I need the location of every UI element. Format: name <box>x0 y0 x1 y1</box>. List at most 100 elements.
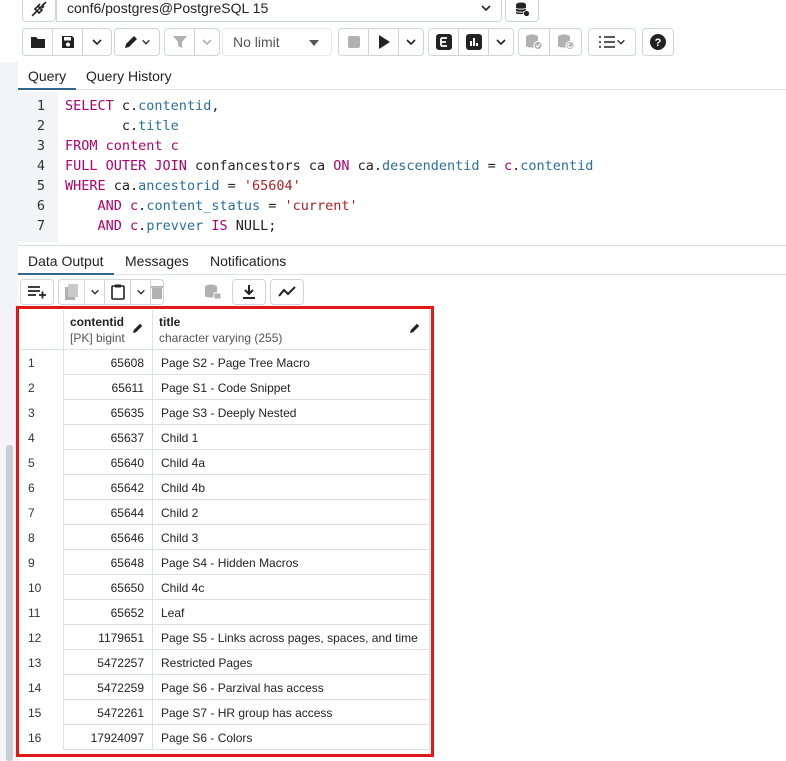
cell-contentid[interactable]: 65608 <box>64 350 153 375</box>
table-row[interactable]: 10 65650 Child 4c <box>20 575 430 600</box>
graph-visualiser-button[interactable] <box>271 280 303 304</box>
vertical-scrollbar[interactable] <box>6 445 13 761</box>
cell-title[interactable]: Child 2 <box>153 500 430 525</box>
table-row[interactable]: 8 65646 Child 3 <box>20 525 430 550</box>
copy-button[interactable] <box>59 280 85 304</box>
table-row[interactable]: 14 5472259 Page S6 - Parzival has access <box>20 675 430 700</box>
copy-options-dropdown[interactable] <box>85 280 105 304</box>
table-row[interactable]: 7 65644 Child 2 <box>20 500 430 525</box>
tab-query-history[interactable]: Query History <box>76 62 182 90</box>
paste-button[interactable] <box>105 280 131 304</box>
macros-dropdown-button[interactable] <box>589 29 635 55</box>
column-header-contentid[interactable]: contentid [PK] bigint <box>64 310 153 350</box>
cell-title[interactable]: Child 4c <box>153 575 430 600</box>
cell-title[interactable]: Child 4b <box>153 475 430 500</box>
connection-select[interactable]: conf6/postgres@PostgreSQL 15 <box>56 0 502 22</box>
row-number[interactable]: 14 <box>20 675 64 700</box>
cell-contentid[interactable]: 65648 <box>64 550 153 575</box>
cell-title[interactable]: Restricted Pages <box>153 650 430 675</box>
row-number[interactable]: 13 <box>20 650 64 675</box>
row-number[interactable]: 1 <box>20 350 64 375</box>
row-number[interactable]: 15 <box>20 700 64 725</box>
cell-contentid[interactable]: 65650 <box>64 575 153 600</box>
add-row-button[interactable] <box>21 280 53 304</box>
cell-title[interactable]: Page S6 - Colors <box>153 725 430 750</box>
explain-button[interactable] <box>429 29 459 55</box>
cell-title[interactable]: Page S6 - Parzival has access <box>153 675 430 700</box>
row-number[interactable]: 6 <box>20 475 64 500</box>
cell-contentid[interactable]: 65640 <box>64 450 153 475</box>
table-row[interactable]: 3 65635 Page S3 - Deeply Nested <box>20 400 430 425</box>
cell-title[interactable]: Child 3 <box>153 525 430 550</box>
row-number[interactable]: 5 <box>20 450 64 475</box>
tab-data-output[interactable]: Data Output <box>18 247 114 275</box>
table-row[interactable]: 4 65637 Child 1 <box>20 425 430 450</box>
table-row[interactable]: 11 65652 Leaf <box>20 600 430 625</box>
cell-title[interactable]: Page S7 - HR group has access <box>153 700 430 725</box>
explain-options-dropdown[interactable] <box>489 29 513 55</box>
save-data-button[interactable] <box>198 280 228 304</box>
table-row[interactable]: 15 5472261 Page S7 - HR group has access <box>20 700 430 725</box>
rollback-button[interactable] <box>550 29 581 55</box>
table-row[interactable]: 1 65608 Page S2 - Page Tree Macro <box>20 350 430 375</box>
cell-contentid[interactable]: 1179651 <box>64 625 153 650</box>
paste-options-dropdown[interactable] <box>131 280 151 304</box>
row-number[interactable]: 2 <box>20 375 64 400</box>
edit-dropdown-button[interactable] <box>115 29 159 55</box>
save-options-dropdown[interactable] <box>83 29 111 55</box>
download-button[interactable] <box>233 280 265 304</box>
new-connection-button[interactable] <box>505 0 539 22</box>
tab-messages[interactable]: Messages <box>115 247 199 275</box>
table-row[interactable]: 5 65640 Child 4a <box>20 450 430 475</box>
cell-contentid[interactable]: 65652 <box>64 600 153 625</box>
table-row[interactable]: 2 65611 Page S1 - Code Snippet <box>20 375 430 400</box>
table-row[interactable]: 13 5472257 Restricted Pages <box>20 650 430 675</box>
row-number[interactable]: 7 <box>20 500 64 525</box>
cell-contentid[interactable]: 65637 <box>64 425 153 450</box>
cell-title[interactable]: Page S2 - Page Tree Macro <box>153 350 430 375</box>
row-number[interactable]: 4 <box>20 425 64 450</box>
cell-contentid[interactable]: 17924097 <box>64 725 153 750</box>
cell-contentid[interactable]: 65646 <box>64 525 153 550</box>
help-button[interactable]: ? <box>643 29 673 55</box>
commit-button[interactable] <box>519 29 550 55</box>
cell-title[interactable]: Page S1 - Code Snippet <box>153 375 430 400</box>
open-file-button[interactable] <box>23 29 53 55</box>
cell-title[interactable]: Page S5 - Links across pages, spaces, an… <box>153 625 430 650</box>
save-file-button[interactable] <box>53 29 83 55</box>
cell-contentid[interactable]: 65642 <box>64 475 153 500</box>
table-row[interactable]: 12 1179651 Page S5 - Links across pages, s… <box>20 625 430 650</box>
tab-notifications[interactable]: Notifications <box>200 247 296 275</box>
table-row[interactable]: 16 17924097 Page S6 - Colors <box>20 725 430 750</box>
cell-contentid[interactable]: 65644 <box>64 500 153 525</box>
cell-contentid[interactable]: 65635 <box>64 400 153 425</box>
stop-button[interactable] <box>339 29 369 55</box>
row-number[interactable]: 16 <box>20 725 64 750</box>
filter-options-dropdown[interactable] <box>195 29 219 55</box>
cell-title[interactable]: Page S3 - Deeply Nested <box>153 400 430 425</box>
limit-select[interactable]: No limit <box>222 28 332 56</box>
cell-contentid[interactable]: 65611 <box>64 375 153 400</box>
filter-button[interactable] <box>165 29 195 55</box>
execute-options-dropdown[interactable] <box>399 29 423 55</box>
cell-contentid[interactable]: 5472259 <box>64 675 153 700</box>
connection-status-button[interactable] <box>22 0 56 22</box>
tab-query[interactable]: Query <box>18 62 77 90</box>
cell-contentid[interactable]: 5472257 <box>64 650 153 675</box>
row-number[interactable]: 10 <box>20 575 64 600</box>
table-row[interactable]: 9 65648 Page S4 - Hidden Macros <box>20 550 430 575</box>
row-number[interactable]: 9 <box>20 550 64 575</box>
column-header-title[interactable]: title character varying (255) <box>153 310 430 350</box>
cell-title[interactable]: Page S4 - Hidden Macros <box>153 550 430 575</box>
explain-analyze-button[interactable] <box>459 29 489 55</box>
delete-row-button[interactable] <box>151 280 163 304</box>
sql-editor[interactable]: 1 SELECT c.contentid, 2 c.title 3 FROM conte… <box>18 92 786 242</box>
cell-contentid[interactable]: 5472261 <box>64 700 153 725</box>
cell-title[interactable]: Child 4a <box>153 450 430 475</box>
execute-button[interactable] <box>369 29 399 55</box>
row-number[interactable]: 11 <box>20 600 64 625</box>
cell-title[interactable]: Leaf <box>153 600 430 625</box>
cell-title[interactable]: Child 1 <box>153 425 430 450</box>
row-number[interactable]: 8 <box>20 525 64 550</box>
row-number[interactable]: 3 <box>20 400 64 425</box>
